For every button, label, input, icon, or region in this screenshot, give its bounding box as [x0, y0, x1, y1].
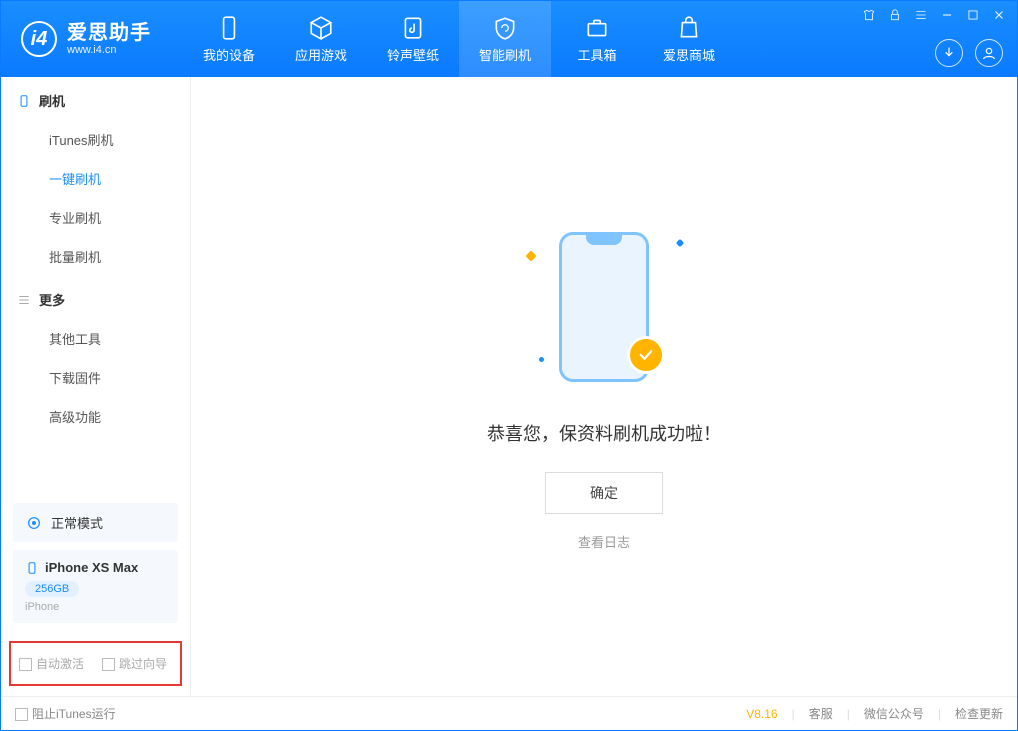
toolbox-icon [584, 15, 610, 41]
download-button[interactable] [935, 39, 963, 67]
cube-icon [308, 15, 334, 41]
ok-button[interactable]: 确定 [545, 472, 663, 514]
success-illustration [549, 222, 659, 392]
logo[interactable]: i4 爱思助手 www.i4.cn [1, 21, 171, 57]
tab-flash[interactable]: 智能刷机 [459, 1, 551, 77]
maximize-icon[interactable] [965, 7, 981, 23]
menu-icon[interactable] [913, 7, 929, 23]
lock-icon[interactable] [887, 7, 903, 23]
phone-icon [216, 15, 242, 41]
device-name-text: iPhone XS Max [45, 560, 138, 575]
sidebar-item-other-tools[interactable]: 其他工具 [1, 319, 190, 358]
titlebar: i4 爱思助手 www.i4.cn 我的设备 应用游戏 铃声壁纸 智能刷机 [1, 1, 1017, 77]
statusbar: 阻止iTunes运行 V8.16 | 客服 | 微信公众号 | 检查更新 [1, 696, 1017, 730]
mode-label: 正常模式 [51, 513, 103, 532]
version-text: V8.16 [746, 707, 777, 721]
device-phone-icon [25, 561, 39, 575]
music-file-icon [400, 15, 426, 41]
sidebar-item-download-firmware[interactable]: 下载固件 [1, 358, 190, 397]
check-update-link[interactable]: 检查更新 [955, 705, 1003, 722]
support-link[interactable]: 客服 [809, 705, 833, 722]
logo-title: 爱思助手 [67, 22, 151, 44]
wechat-link[interactable]: 微信公众号 [864, 705, 924, 722]
success-message: 恭喜您，保资料刷机成功啦！ [487, 420, 721, 446]
device-storage-badge: 256GB [25, 581, 79, 597]
logo-icon: i4 [21, 21, 57, 57]
nav-tabs: 我的设备 应用游戏 铃声壁纸 智能刷机 工具箱 爱思商城 [183, 1, 735, 77]
block-itunes-checkbox[interactable]: 阻止iTunes运行 [15, 705, 116, 722]
device-icon [17, 94, 31, 108]
tab-ringtones[interactable]: 铃声壁纸 [367, 1, 459, 77]
app-window: i4 爱思助手 www.i4.cn 我的设备 应用游戏 铃声壁纸 智能刷机 [0, 0, 1018, 731]
tab-store[interactable]: 爱思商城 [643, 1, 735, 77]
logo-subtitle: www.i4.cn [67, 44, 151, 56]
tab-apps[interactable]: 应用游戏 [275, 1, 367, 77]
close-icon[interactable] [991, 7, 1007, 23]
shirt-icon[interactable] [861, 7, 877, 23]
options-row: 自动激活 跳过向导 [9, 641, 182, 686]
tab-my-device[interactable]: 我的设备 [183, 1, 275, 77]
view-log-link[interactable]: 查看日志 [578, 532, 630, 551]
sidebar-item-pro-flash[interactable]: 专业刷机 [1, 198, 190, 237]
sidebar: 刷机 iTunes刷机 一键刷机 专业刷机 批量刷机 更多 其他工具 下载固件 … [1, 77, 191, 696]
user-button[interactable] [975, 39, 1003, 67]
list-icon [17, 293, 31, 307]
sidebar-item-batch-flash[interactable]: 批量刷机 [1, 237, 190, 276]
device-card[interactable]: iPhone XS Max 256GB iPhone [13, 550, 178, 623]
main-content: 恭喜您，保资料刷机成功啦！ 确定 查看日志 [191, 77, 1017, 696]
sidebar-group-more: 更多 [1, 276, 190, 319]
skip-guide-checkbox[interactable]: 跳过向导 [102, 655, 167, 672]
minimize-icon[interactable] [939, 7, 955, 23]
sidebar-item-itunes-flash[interactable]: iTunes刷机 [1, 120, 190, 159]
sidebar-group-flash: 刷机 [1, 77, 190, 120]
auto-activate-checkbox[interactable]: 自动激活 [19, 655, 84, 672]
tab-toolbox[interactable]: 工具箱 [551, 1, 643, 77]
check-badge-icon [627, 336, 665, 374]
sidebar-item-advanced[interactable]: 高级功能 [1, 397, 190, 436]
sidebar-item-oneclick-flash[interactable]: 一键刷机 [1, 159, 190, 198]
mode-card[interactable]: 正常模式 [13, 503, 178, 542]
shopping-bag-icon [676, 15, 702, 41]
mode-icon [25, 514, 43, 532]
device-type-text: iPhone [25, 601, 166, 613]
refresh-shield-icon [492, 15, 518, 41]
